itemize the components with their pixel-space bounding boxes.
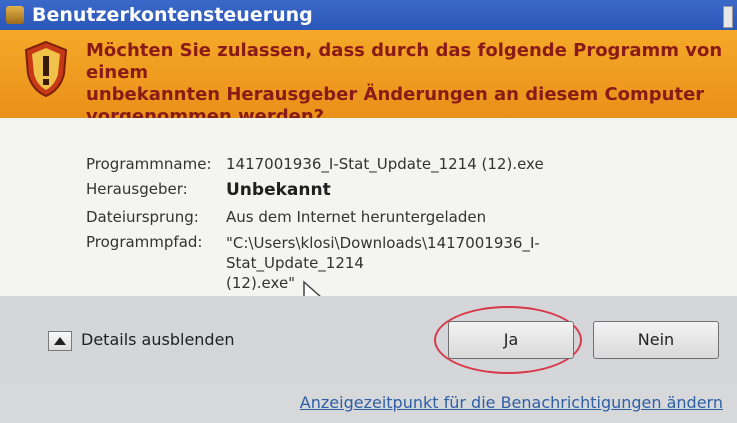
window-title: Benutzerkontensteuerung bbox=[32, 4, 313, 26]
title-bar: Benutzerkontensteuerung bbox=[0, 0, 737, 30]
toggle-details-label[interactable]: Details ausblenden bbox=[81, 330, 235, 349]
window-control-edge[interactable] bbox=[723, 6, 733, 28]
program-name-value: 1417001936_I-Stat_Update_1214 (12).exe bbox=[226, 155, 544, 173]
origin-label: Dateiursprung: bbox=[86, 208, 199, 226]
warning-banner: Möchten Sie zulassen, dass durch das fol… bbox=[0, 30, 737, 127]
warning-shield-icon bbox=[24, 40, 68, 98]
chevron-up-icon bbox=[54, 337, 66, 345]
warning-message: Möchten Sie zulassen, dass durch das fol… bbox=[86, 40, 723, 127]
uac-shield-icon bbox=[6, 6, 24, 24]
no-button[interactable]: Nein bbox=[593, 321, 719, 359]
details-panel: Programmname: 1417001936_I-Stat_Update_1… bbox=[0, 118, 737, 296]
program-path-row: Programmpfad: "C:\Users\klosi\Downloads\… bbox=[86, 233, 540, 292]
toggle-details-button[interactable] bbox=[48, 331, 72, 351]
yes-button[interactable]: Ja bbox=[448, 321, 574, 359]
publisher-row: Herausgeber: Unbekannt bbox=[86, 180, 331, 200]
button-area: Details ausblenden Ja Nein bbox=[0, 296, 737, 383]
program-path-label: Programmpfad: bbox=[86, 233, 203, 251]
origin-value: Aus dem Internet heruntergeladen bbox=[226, 208, 487, 226]
program-path-value: "C:\Users\klosi\Downloads\1417001936_I-S… bbox=[226, 234, 540, 292]
origin-row: Dateiursprung: Aus dem Internet herunter… bbox=[86, 208, 486, 226]
program-name-row: Programmname: 1417001936_I-Stat_Update_1… bbox=[86, 155, 544, 173]
notification-settings-link[interactable]: Anzeigezeitpunkt für die Benachrichtigun… bbox=[300, 393, 723, 412]
footer: Anzeigezeitpunkt für die Benachrichtigun… bbox=[0, 383, 737, 423]
publisher-label: Herausgeber: bbox=[86, 180, 188, 198]
program-name-label: Programmname: bbox=[86, 155, 212, 173]
publisher-value: Unbekannt bbox=[226, 180, 331, 200]
